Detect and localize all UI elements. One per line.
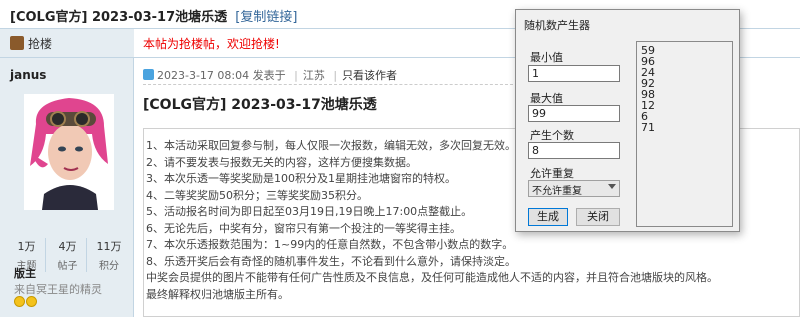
min-input[interactable]: 1 bbox=[528, 65, 620, 82]
author-motto: 来自冥王星的精灵 bbox=[14, 283, 102, 296]
smiley-icon bbox=[26, 296, 37, 307]
sofa-label: 抢楼 bbox=[28, 37, 53, 51]
max-label: 最大值 bbox=[530, 92, 563, 105]
result-item: 12 bbox=[641, 99, 655, 112]
min-label: 最小值 bbox=[530, 51, 563, 64]
post-location: 江苏 bbox=[302, 69, 325, 82]
dialog-title: 随机数产生器 bbox=[524, 19, 590, 32]
repeat-label: 允许重复 bbox=[530, 167, 574, 180]
stat-label: 帖子 bbox=[57, 261, 78, 272]
repeat-select[interactable]: 不允许重复 bbox=[528, 180, 620, 197]
generate-button[interactable]: 生成 bbox=[528, 208, 568, 226]
stat-posts[interactable]: 4万帖子 bbox=[49, 238, 87, 272]
post-meta: 2023-3-17 08:04 发表于 | 江苏 | 只看该作者 bbox=[143, 67, 397, 83]
max-input[interactable]: 99 bbox=[528, 105, 620, 122]
count-label: 产生个数 bbox=[530, 129, 574, 142]
meta-divider bbox=[143, 84, 513, 85]
post-line: 7、本次乐透报数范围为：1~99内的任意自然数，不包含带小数点的数字。 bbox=[146, 238, 514, 251]
post-line: 8、乐透开奖后会有奇怪的随机事件发生，不论看到什么意外，请保持淡定。 bbox=[146, 254, 516, 268]
stat-points[interactable]: 11万积分 bbox=[90, 238, 128, 272]
random-number-dialog: 随机数产生器 最小值 1 最大值 99 产生个数 8 允许重复 不允许重复 生成… bbox=[515, 9, 740, 232]
post-line: 中奖会员提供的图片不能带有任何广告性质及不良信息，及任何可能造成他人不适的内容，… bbox=[146, 271, 718, 284]
posted-at-label: 发表于 bbox=[252, 69, 286, 82]
author-role: 版主 bbox=[14, 267, 36, 280]
close-button[interactable]: 关闭 bbox=[576, 208, 620, 226]
sofa-icon bbox=[10, 36, 24, 50]
repeat-selected: 不允许重复 bbox=[532, 186, 582, 197]
chevron-down-icon bbox=[608, 184, 616, 189]
stat-value: 1万 bbox=[17, 240, 36, 253]
smiley-icon bbox=[14, 296, 25, 307]
medal-row bbox=[14, 296, 38, 310]
post-line: 最终解释权归池塘版主所有。 bbox=[146, 287, 289, 301]
post-date: 2023-3-17 08:04 bbox=[157, 69, 250, 82]
only-author-link[interactable]: 只看该作者 bbox=[342, 69, 397, 82]
results-list[interactable]: 59 96 24 92 98 12 6 71 bbox=[636, 41, 733, 227]
thread-title: [COLG官方] 2023-03-17池塘乐透 bbox=[10, 10, 228, 25]
copy-link-button[interactable]: [复制链接] bbox=[235, 10, 297, 25]
stat-value: 4万 bbox=[58, 240, 77, 253]
count-input[interactable]: 8 bbox=[528, 142, 620, 159]
author-name[interactable]: janus bbox=[10, 68, 46, 82]
stat-value: 11万 bbox=[96, 240, 122, 253]
stat-label: 积分 bbox=[99, 261, 119, 272]
online-user-icon bbox=[143, 69, 154, 80]
sofa-notice: 本帖为抢楼帖，欢迎抢楼! bbox=[143, 37, 280, 51]
result-item: 71 bbox=[641, 121, 655, 134]
avatar[interactable] bbox=[24, 94, 114, 210]
post-title: [COLG官方] 2023-03-17池塘乐透 bbox=[143, 97, 377, 113]
sofa-cell: 抢楼 bbox=[0, 29, 134, 57]
